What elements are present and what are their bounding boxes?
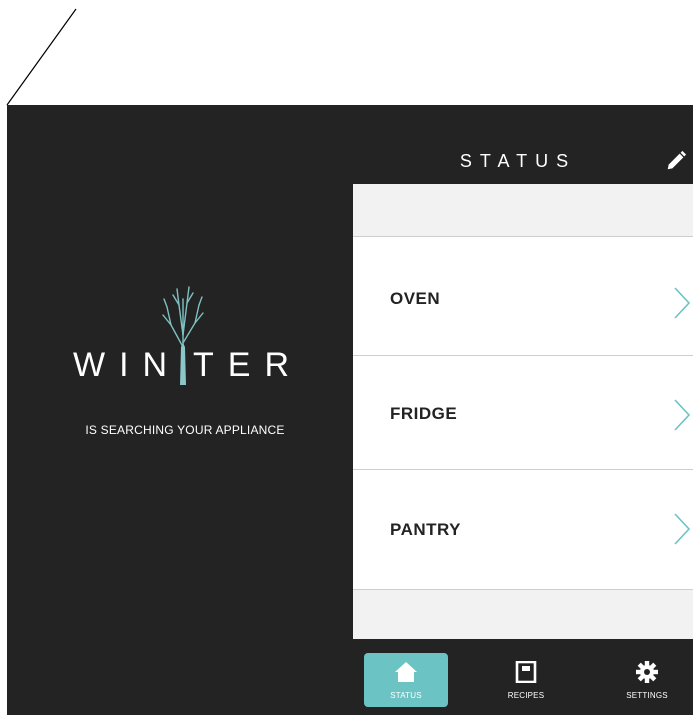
page-title: STATUS — [459, 151, 577, 171]
chevron-right-icon — [674, 287, 691, 319]
tab-bar: STATUS RECIPES SETTINGS — [353, 639, 693, 715]
chevron-right-icon — [674, 399, 691, 431]
chevron-right-icon — [674, 513, 691, 545]
list-item-fridge[interactable]: FRIDGE — [353, 356, 693, 470]
gear-icon — [636, 661, 658, 683]
list-item-label: OVEN — [390, 289, 441, 308]
app-window: WIN TER IS SEARCHING YOUR APPLIANCE STAT… — [7, 105, 693, 715]
list-item-pantry[interactable]: PANTRY — [353, 470, 693, 590]
appliance-list: OVEN FRIDGE PANTRY — [353, 184, 693, 639]
tab-settings[interactable]: SETTINGS — [605, 653, 689, 707]
list-spacer-top — [353, 184, 693, 237]
list-item-label: FRIDGE — [390, 404, 458, 423]
home-icon — [395, 662, 417, 682]
pencil-icon[interactable] — [665, 150, 687, 172]
main-content: STATUS OVEN FRIDGE PANTRY STATUS RECIPES… — [353, 105, 693, 715]
header-bar: STATUS — [353, 105, 693, 184]
annotation-line — [6, 8, 77, 106]
tab-recipes[interactable]: RECIPES — [484, 653, 568, 707]
tab-label: STATUS — [390, 691, 422, 700]
tab-label: SETTINGS — [626, 691, 668, 700]
logo-wordmark: WIN TER — [67, 345, 303, 385]
splash-subtitle: IS SEARCHING YOUR APPLIANCE — [85, 423, 285, 437]
list-item-label: PANTRY — [390, 520, 461, 539]
screen: WIN TER IS SEARCHING YOUR APPLIANCE STAT… — [0, 0, 693, 715]
winter-logo: WIN TER — [67, 285, 297, 385]
list-spacer-bottom — [353, 590, 693, 639]
book-icon — [515, 661, 537, 683]
tab-status[interactable]: STATUS — [364, 653, 448, 707]
tab-label: RECIPES — [507, 691, 545, 700]
logo-text-right: TER — [193, 345, 303, 384]
splash-panel: WIN TER IS SEARCHING YOUR APPLIANCE — [7, 105, 353, 715]
list-item-oven[interactable]: OVEN — [353, 237, 693, 356]
logo-text-left: WIN — [73, 345, 182, 384]
